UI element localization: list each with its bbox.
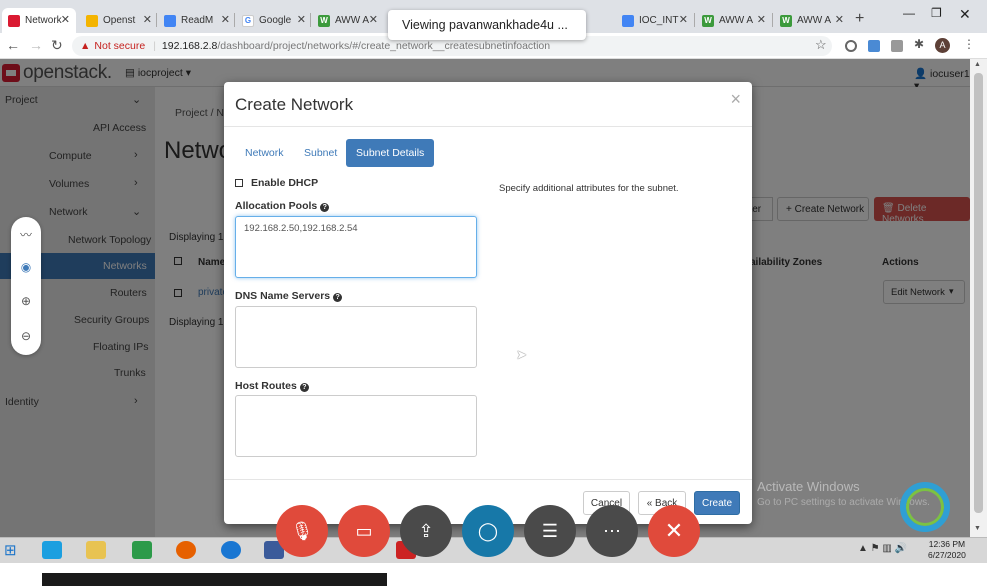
video-off-icon[interactable]: ▭ <box>338 505 390 557</box>
enable-dhcp-checkbox[interactable] <box>235 179 243 187</box>
dns-name-servers-label: DNS Name Servers? <box>235 290 343 302</box>
w-favicon-icon: W <box>318 14 330 27</box>
close-icon[interactable]: ✕ <box>61 13 70 26</box>
extension-pen-icon[interactable] <box>868 40 880 52</box>
chat-icon[interactable]: ◯ <box>462 505 514 557</box>
back-arrow-icon[interactable]: ← <box>6 37 20 53</box>
taskbar-clock[interactable]: 12:36 PM 6/27/2020 <box>928 539 966 561</box>
extension-camera-icon[interactable] <box>891 40 903 52</box>
help-icon[interactable]: ? <box>320 203 330 212</box>
tab-readme[interactable]: ReadM ✕ <box>158 8 236 33</box>
scroll-down-icon[interactable]: ▼ <box>974 525 981 532</box>
meeting-app-icon[interactable] <box>221 541 241 559</box>
activate-windows-title: Activate Windows <box>757 479 860 494</box>
notes-icon[interactable]: ☰ <box>524 505 576 557</box>
google-favicon-icon: G <box>242 14 254 27</box>
zoom-in-icon[interactable]: ⊕ <box>11 294 41 308</box>
host-routes-input[interactable] <box>235 395 477 457</box>
mouse-cursor-icon: ➤ <box>516 347 527 362</box>
help-icon[interactable]: ? <box>299 383 309 392</box>
tab-network[interactable]: Network <box>245 139 284 167</box>
w-favicon-icon: W <box>702 14 714 27</box>
tab-aww-1[interactable]: W AWW A ✕ <box>312 8 384 33</box>
close-icon[interactable]: ✕ <box>369 13 378 26</box>
close-icon[interactable]: ✕ <box>143 13 152 26</box>
tab-aww-3[interactable]: W AWW A ✕ <box>774 8 850 33</box>
scroll-up-icon[interactable]: ▲ <box>974 61 981 68</box>
share-icon[interactable]: ⇪ <box>400 505 452 557</box>
extensions-puzzle-icon[interactable]: ✱ <box>914 37 924 51</box>
page-scrollbar[interactable]: ▲ ▼ <box>970 59 987 537</box>
close-icon[interactable]: ✕ <box>679 13 688 26</box>
bookmark-star-icon[interactable]: ☆ <box>815 37 827 53</box>
help-text: Specify additional attributes for the su… <box>499 183 679 194</box>
modal-title: Create Network <box>235 95 354 114</box>
close-icon[interactable]: × <box>730 89 741 110</box>
minimize-icon[interactable]: — <box>903 6 915 20</box>
more-icon[interactable]: ⋯ <box>586 505 638 557</box>
create-button[interactable]: Create <box>694 491 740 515</box>
close-icon[interactable]: ✕ <box>221 13 230 26</box>
pointer-icon[interactable]: ◉ <box>11 260 41 274</box>
help-icon[interactable]: ? <box>333 293 343 302</box>
enable-dhcp-label: Enable DHCP <box>251 177 319 189</box>
tab-subnet-details[interactable]: Subnet Details <box>346 139 435 167</box>
profile-avatar[interactable]: A <box>935 38 950 53</box>
close-icon[interactable]: ✕ <box>297 13 306 26</box>
host-routes-label: Host Routes? <box>235 380 309 392</box>
allocation-pools-label: Allocation Pools? <box>235 200 330 212</box>
create-network-modal: Create Network × Network Subnet Subnet D… <box>224 82 752 524</box>
reload-icon[interactable]: ↻ <box>51 37 63 54</box>
forward-arrow-icon[interactable]: → <box>29 37 43 53</box>
scrollbar-thumb[interactable] <box>974 73 983 513</box>
zoom-out-icon[interactable]: ⊖ <box>11 329 41 343</box>
meeting-app-logo-icon <box>900 482 950 532</box>
file-explorer-icon[interactable] <box>86 541 106 559</box>
viewing-banner: Viewing pavanwankhade4u ... <box>388 10 586 40</box>
end-call-icon[interactable]: ✕ <box>648 505 700 557</box>
docs-favicon-icon <box>622 14 634 27</box>
tab-google[interactable]: G Google ✕ <box>236 8 312 33</box>
mute-mic-icon[interactable]: 🎙 <box>276 505 328 557</box>
dns-name-servers-input[interactable] <box>235 306 477 368</box>
new-tab-button[interactable]: + <box>855 10 864 28</box>
drive-favicon-icon <box>86 14 98 27</box>
openstack-favicon-icon <box>8 14 20 27</box>
annotation-tool-panel: 〰 ◉ ⊕ ⊖ <box>11 217 41 355</box>
extension-circle-icon[interactable] <box>845 40 857 52</box>
store-icon[interactable] <box>132 541 152 559</box>
restore-icon[interactable]: ❐ <box>931 6 942 20</box>
warning-icon: ▲ <box>80 40 91 52</box>
browser-menu-icon[interactable]: ⋮ <box>963 37 975 51</box>
tab-openstack[interactable]: Openst ✕ <box>80 8 158 33</box>
allocation-pools-input[interactable]: 192.168.2.50,192.168.2.54 <box>235 216 477 278</box>
windows-start-icon[interactable]: ⊞ <box>4 541 17 559</box>
close-icon[interactable]: ✕ <box>757 13 766 26</box>
docs-favicon-icon <box>164 14 176 27</box>
window-close-icon[interactable]: ✕ <box>959 6 971 23</box>
tab-ioc-int[interactable]: IOC_INT ✕ <box>616 8 694 33</box>
pen-icon[interactable]: 〰 <box>11 226 41 243</box>
tab-aww-2[interactable]: W AWW A ✕ <box>696 8 772 33</box>
firefox-icon[interactable] <box>176 541 196 559</box>
system-tray[interactable]: ▲ ⚑ ▥ 🔊 <box>858 543 907 554</box>
tab-network[interactable]: Network ✕ <box>2 8 76 33</box>
w-favicon-icon: W <box>780 14 792 27</box>
close-icon[interactable]: ✕ <box>835 13 844 26</box>
tab-subnet[interactable]: Subnet <box>304 139 337 167</box>
internet-explorer-icon[interactable] <box>42 541 62 559</box>
